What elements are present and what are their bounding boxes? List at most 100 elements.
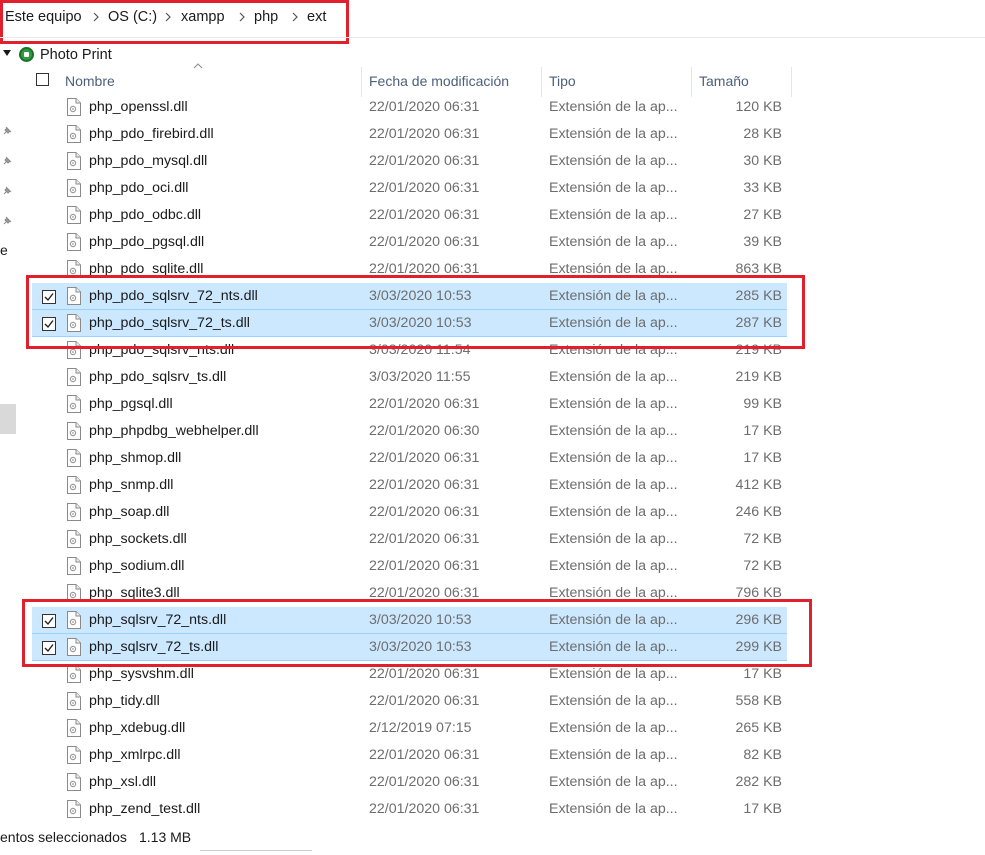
file-size: 558 KB [735,693,782,709]
file-row[interactable]: php_sqlite3.dll 22/01/2020 06:31 Extensión… [32,580,787,607]
file-date: 22/01/2020 06:31 [369,261,480,277]
column-divider[interactable] [791,67,792,97]
file-date: 3/03/2020 11:54 [369,342,471,358]
file-row[interactable]: php_openssl.dll 22/01/2020 06:31 Extensión… [32,94,787,121]
file-row[interactable]: php_sqlsrv_72_ts.dll 3/03/2020 10:53 Exten… [32,634,787,661]
file-type: Extensión de la ap... [549,477,678,493]
file-type: Extensión de la ap... [549,450,678,466]
status-bar: entos seleccionados 1.13 MB [0,826,985,855]
row-checkbox[interactable] [42,641,56,655]
file-row[interactable]: php_pdo_sqlsrv_72_nts.dll 3/03/2020 10:53… [32,283,787,310]
file-type: Extensión de la ap... [549,153,678,169]
dll-file-icon [67,611,81,629]
column-divider[interactable] [541,67,542,97]
file-date: 22/01/2020 06:31 [369,180,480,196]
file-date: 22/01/2020 06:31 [369,666,480,682]
dll-file-icon [67,476,81,494]
file-row[interactable]: php_pdo_mysql.dll 22/01/2020 06:31 Extensi… [32,148,787,175]
row-checkbox[interactable] [42,614,56,628]
file-row[interactable]: php_phpdbg_webhelper.dll 22/01/2020 06:30… [32,418,787,445]
breadcrumb-php[interactable]: php [254,9,278,25]
pin-icon[interactable] [1,214,13,226]
file-name: php_openssl.dll [89,99,188,115]
file-date: 22/01/2020 06:31 [369,504,480,520]
file-type: Extensión de la ap... [549,180,678,196]
file-type: Extensión de la ap... [549,234,678,250]
file-size: 863 KB [735,261,782,277]
file-size: 33 KB [743,180,782,196]
file-date: 22/01/2020 06:31 [369,126,480,142]
file-date: 3/03/2020 11:55 [369,369,471,385]
file-row[interactable]: php_tidy.dll 22/01/2020 06:31 Extensión de… [32,688,787,715]
file-row[interactable]: php_sodium.dll 22/01/2020 06:31 Extensión … [32,553,787,580]
nav-item-label-cut[interactable]: e [0,242,8,258]
file-name: php_xsl.dll [89,774,157,790]
file-type: Extensión de la ap... [549,288,678,304]
breadcrumb-ext[interactable]: ext [307,9,326,25]
file-name: php_sqlsrv_72_nts.dll [89,612,227,628]
breadcrumb-este-equipo[interactable]: Este equipo [5,9,82,25]
file-row[interactable]: php_zend_test.dll 22/01/2020 06:31 Extensi… [32,796,787,823]
file-name: php_phpdbg_webhelper.dll [89,423,259,439]
file-type: Extensión de la ap... [549,423,678,439]
file-row[interactable]: php_snmp.dll 22/01/2020 06:31 Extensión de… [32,472,787,499]
breadcrumb: Este equipo OS (C:) xampp php ext [0,0,985,36]
tree-item-photo-print[interactable]: Photo Print [0,44,160,66]
column-divider[interactable] [691,67,692,97]
dll-file-icon [67,800,81,818]
file-type: Extensión de la ap... [549,558,678,574]
row-checkbox[interactable] [42,290,56,304]
tree-item-label: Photo Print [40,47,112,63]
file-row[interactable]: php_xdebug.dll 2/12/2019 07:15 Extensión d… [32,715,787,742]
file-name: php_sodium.dll [89,558,185,574]
dll-file-icon [67,746,81,764]
file-row[interactable]: php_pdo_pgsql.dll 22/01/2020 06:31 Extensi… [32,229,787,256]
file-name: php_xmlrpc.dll [89,747,181,763]
dll-file-icon [67,179,81,197]
pin-icon[interactable] [1,124,13,136]
file-date: 22/01/2020 06:31 [369,450,480,466]
file-row[interactable]: php_pdo_sqlsrv_ts.dll 3/03/2020 11:55 Exte… [32,364,787,391]
file-row[interactable]: php_pdo_firebird.dll 22/01/2020 06:31 Exte… [32,121,787,148]
file-type: Extensión de la ap... [549,315,678,331]
file-date: 22/01/2020 06:31 [369,558,480,574]
file-date: 3/03/2020 10:53 [369,288,472,304]
expand-arrow-icon[interactable] [3,50,11,56]
column-divider[interactable] [361,67,362,97]
file-row[interactable]: php_pgsql.dll 22/01/2020 06:31 Extensión d… [32,391,787,418]
file-type: Extensión de la ap... [549,585,678,601]
select-all-checkbox[interactable] [36,73,49,86]
file-row[interactable]: php_pdo_oci.dll 22/01/2020 06:31 Extensión… [32,175,787,202]
file-row[interactable]: php_sqlsrv_72_nts.dll 3/03/2020 10:53 Exte… [32,607,787,634]
file-type: Extensión de la ap... [549,666,678,682]
file-type: Extensión de la ap... [549,261,678,277]
file-row[interactable]: php_pdo_sqlsrv_72_ts.dll 3/03/2020 10:53 E… [32,310,787,337]
file-row[interactable]: php_xsl.dll 22/01/2020 06:31 Extensión de … [32,769,787,796]
file-date: 3/03/2020 10:53 [369,612,472,628]
file-type: Extensión de la ap... [549,207,678,223]
file-row[interactable]: php_sockets.dll 22/01/2020 06:31 Extensión… [32,526,787,553]
file-name: php_zend_test.dll [89,801,201,817]
breadcrumb-os-c[interactable]: OS (C:) [108,9,157,25]
file-type: Extensión de la ap... [549,504,678,520]
file-name: php_pdo_sqlite.dll [89,261,204,277]
chevron-right-icon [90,10,102,24]
breadcrumb-xampp[interactable]: xampp [181,9,225,25]
file-row[interactable]: php_pdo_sqlite.dll 22/01/2020 06:31 Extens… [32,256,787,283]
file-size: 17 KB [743,666,782,682]
dll-file-icon [67,260,81,278]
pin-icon[interactable] [1,184,13,196]
file-size: 28 KB [743,126,782,142]
file-row[interactable]: php_xmlrpc.dll 22/01/2020 06:31 Extensión … [32,742,787,769]
pin-icon[interactable] [1,154,13,166]
file-row[interactable]: php_pdo_sqlsrv_nts.dll 3/03/2020 11:54 Ext… [32,337,787,364]
row-checkbox[interactable] [42,317,56,331]
file-row[interactable]: php_pdo_odbc.dll 22/01/2020 06:31 Extensió… [32,202,787,229]
file-row[interactable]: php_soap.dll 22/01/2020 06:31 Extensión de… [32,499,787,526]
file-row[interactable]: php_sysvshm.dll 22/01/2020 06:31 Extensión… [32,661,787,688]
file-type: Extensión de la ap... [549,774,678,790]
dll-file-icon [67,638,81,656]
file-row[interactable]: php_shmop.dll 22/01/2020 06:31 Extensión d… [32,445,787,472]
file-size: 219 KB [735,342,782,358]
nav-scroll-thumb[interactable] [0,404,16,434]
